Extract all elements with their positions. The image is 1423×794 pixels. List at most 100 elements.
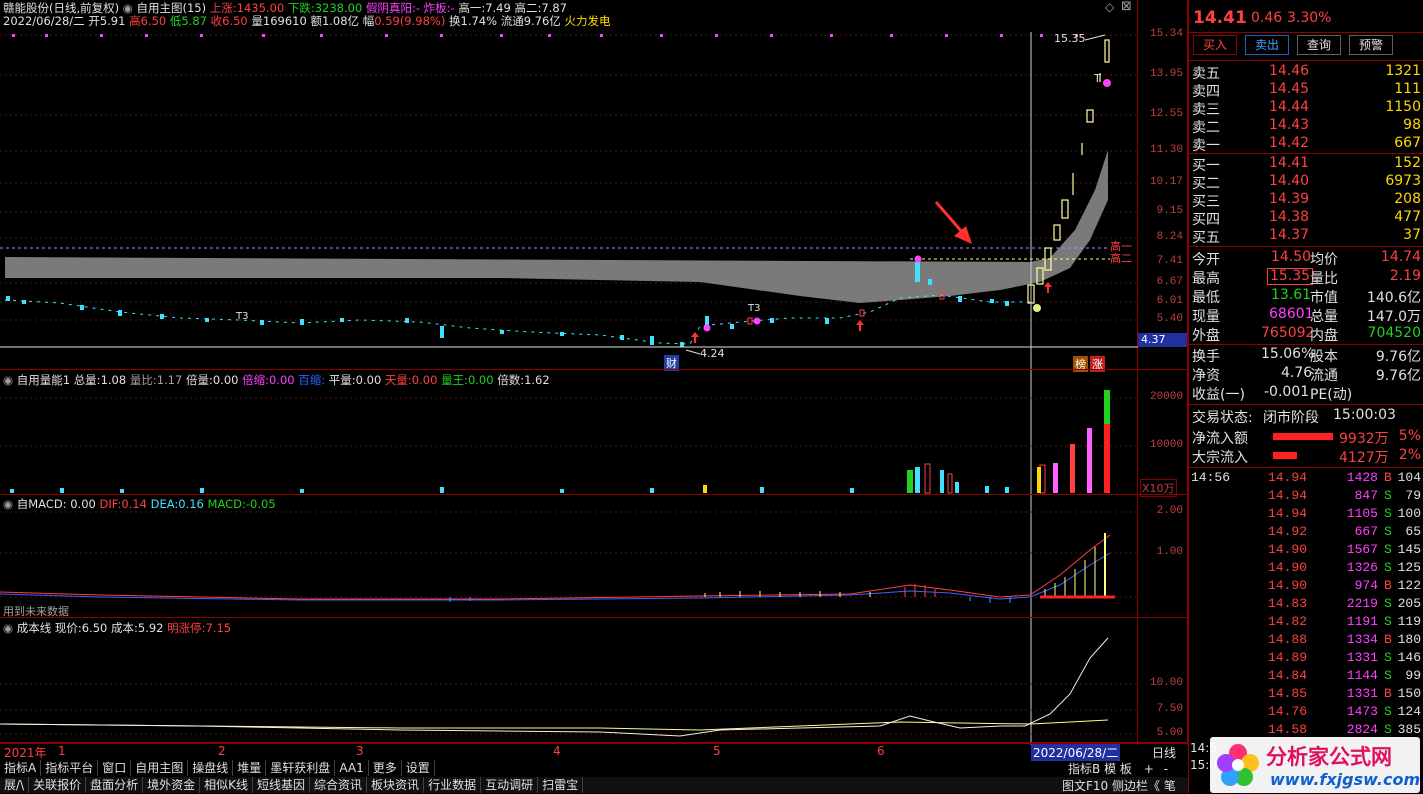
- bid-vol: 6973: [1385, 173, 1421, 189]
- tick-price: 14.84: [1268, 668, 1308, 683]
- bid-price: 14.39: [1269, 191, 1310, 207]
- bid-row[interactable]: 买五 14.37 37: [1189, 227, 1423, 246]
- tab-settings[interactable]: 设置: [402, 760, 435, 776]
- tab-sidebar[interactable]: 侧边栏《: [1112, 779, 1160, 793]
- tick-row[interactable]: 14.90 1326 S 125: [1188, 560, 1423, 578]
- tick-count: 150: [1397, 686, 1421, 701]
- tab-research[interactable]: 互动调研: [481, 777, 539, 793]
- tick-side: S: [1384, 596, 1392, 611]
- chart-area[interactable]: 赣能股份(日线,前复权) ◉ 自用主图(15) 上涨:1435.00 下跌:32…: [0, 0, 1188, 745]
- axis-tick: 10.00: [1149, 677, 1183, 689]
- axis-tick: 2.00: [1156, 505, 1183, 517]
- minus-icon[interactable]: -: [1164, 762, 1168, 776]
- tick-row[interactable]: 14.76 1473 S 124: [1188, 704, 1423, 722]
- tab-indicator-b[interactable]: 指标B: [1068, 762, 1100, 776]
- tab-window[interactable]: 窗口: [98, 760, 132, 776]
- tick-row[interactable]: 14.82 1191 S 119: [1188, 614, 1423, 632]
- tick-count: 65: [1405, 524, 1421, 539]
- axis-tick: 12.55: [1149, 108, 1183, 120]
- tab-profit[interactable]: 墨轩获利盘: [266, 760, 336, 776]
- buy-button[interactable]: 买入: [1193, 35, 1237, 55]
- tick-row[interactable]: 14.89 1331 S 146: [1188, 650, 1423, 668]
- tick-side: B: [1384, 578, 1392, 593]
- tick-vol: 1331: [1346, 650, 1378, 665]
- tick-row[interactable]: 14.94 1105 S 100: [1188, 506, 1423, 524]
- tab-short-gene[interactable]: 短线基因: [253, 777, 311, 793]
- tick-vol: 1191: [1346, 614, 1378, 629]
- sell-button[interactable]: 卖出: [1245, 35, 1289, 55]
- tick-row[interactable]: 14.88 1334 B 180: [1188, 632, 1423, 650]
- tab-sector-news[interactable]: 板块资讯: [367, 777, 425, 793]
- tick-row[interactable]: 14.94 847 S 79: [1188, 488, 1423, 506]
- trade-time: 15:00:03: [1333, 407, 1396, 423]
- ask-row[interactable]: 卖三 14.44 1150: [1189, 99, 1423, 118]
- ask-row[interactable]: 卖四 14.45 111: [1189, 81, 1423, 100]
- flow-bar: [1273, 452, 1297, 459]
- tab-similar-k[interactable]: 相似K线: [200, 777, 254, 793]
- gao-yi-label: 高一: [1110, 240, 1132, 253]
- tab-mine-scan[interactable]: 扫雷宝: [538, 777, 584, 793]
- time-tick: 2021年: [4, 746, 47, 760]
- tick-price: 14.92: [1268, 524, 1308, 539]
- stat-label: 今开: [1192, 252, 1220, 268]
- ask-vol: 1321: [1385, 63, 1421, 79]
- tab-indicator-platform[interactable]: 指标平台: [41, 760, 99, 776]
- tab-pile-volume[interactable]: 堆量: [233, 760, 267, 776]
- bid-price: 14.37: [1269, 227, 1310, 243]
- tab-operate-line[interactable]: 操盘线: [188, 760, 234, 776]
- bid-label: 买一: [1192, 158, 1220, 174]
- flow-label: 大宗流入: [1192, 450, 1248, 466]
- vol-chart-svg: [0, 390, 1138, 494]
- period-label[interactable]: 日线: [1152, 744, 1176, 761]
- tab-analysis[interactable]: 盘面分析: [86, 777, 144, 793]
- time-tick: 5: [713, 744, 721, 758]
- plus-icon[interactable]: +: [1144, 762, 1154, 776]
- flow-row: 净流入额 9932万 5%: [1189, 428, 1423, 447]
- time-tick: 4: [553, 744, 561, 758]
- tab-more[interactable]: 更多: [369, 760, 402, 776]
- tick-side: S: [1384, 488, 1392, 503]
- tab-main-chart[interactable]: 自用主图: [131, 760, 189, 776]
- ask-row[interactable]: 卖二 14.43 98: [1189, 117, 1423, 136]
- ask-vol: 98: [1403, 117, 1421, 133]
- alert-button[interactable]: 预警: [1349, 35, 1393, 55]
- tick-vol: 1428: [1346, 470, 1378, 485]
- bid-row[interactable]: 买二 14.40 6973: [1189, 173, 1423, 192]
- axis-tick: 11.30: [1149, 144, 1183, 156]
- tab-aa1[interactable]: AA1: [335, 760, 369, 776]
- bid-row[interactable]: 买四 14.38 477: [1189, 209, 1423, 228]
- time-tick: 1: [58, 744, 66, 758]
- tick-row[interactable]: 14.90 1567 S 145: [1188, 542, 1423, 560]
- axis-tick: 5.00: [1156, 727, 1183, 739]
- tab-expand[interactable]: 展/\: [0, 777, 30, 793]
- tick-row[interactable]: 14.84 1144 S 99: [1188, 668, 1423, 686]
- tab-indicator-a[interactable]: 指标A: [0, 760, 42, 776]
- tab-foreign-capital[interactable]: 境外资金: [143, 777, 201, 793]
- stat-row: 最低 13.61 市值 140.6亿: [1189, 287, 1423, 306]
- bid-row[interactable]: 买一 14.41 152: [1189, 155, 1423, 174]
- ask-row[interactable]: 卖一 14.42 667: [1189, 135, 1423, 154]
- tick-count: 146: [1397, 650, 1421, 665]
- ask-label: 卖一: [1192, 138, 1220, 154]
- ask-row[interactable]: 卖五 14.46 1321: [1189, 63, 1423, 82]
- tick-row[interactable]: 14.92 667 S 65: [1188, 524, 1423, 542]
- tab-f10[interactable]: 图文F10: [1062, 779, 1108, 793]
- tab-industry-data[interactable]: 行业数据: [424, 777, 482, 793]
- tab-ban[interactable]: 板: [1120, 762, 1132, 776]
- current-date-label: 2022/06/28/二: [1031, 744, 1121, 761]
- tick-price: 14.88: [1268, 632, 1308, 647]
- flow-label: 净流入额: [1192, 431, 1248, 447]
- tab-mo[interactable]: 模: [1104, 762, 1116, 776]
- tab-news[interactable]: 综合资讯: [310, 777, 368, 793]
- flow-pct: 2%: [1398, 447, 1421, 463]
- tick-row[interactable]: 14.83 2219 S 205: [1188, 596, 1423, 614]
- tab-bi[interactable]: 笔: [1164, 779, 1176, 793]
- query-button[interactable]: 查询: [1297, 35, 1341, 55]
- tab-quote[interactable]: 关联报价: [29, 777, 87, 793]
- tick-row[interactable]: 14.85 1331 B 150: [1188, 686, 1423, 704]
- tick-row[interactable]: 14.90 974 B 122: [1188, 578, 1423, 596]
- bid-row[interactable]: 买三 14.39 208: [1189, 191, 1423, 210]
- tick-row[interactable]: 14:56 14.94 1428 B 104: [1188, 470, 1423, 488]
- time-axis[interactable]: 2021年 1 2 3 4 5 6 2022/06/28/二 日线: [0, 743, 1188, 761]
- bid-label: 买二: [1192, 176, 1220, 192]
